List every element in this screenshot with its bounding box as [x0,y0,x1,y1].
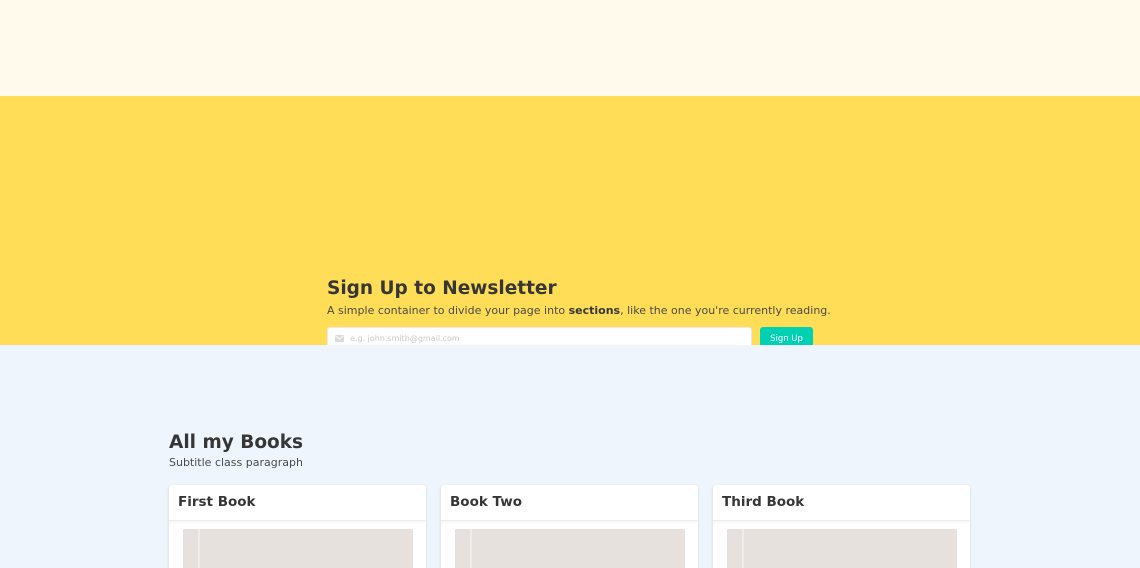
books-section: All my Books Subtitle class paragraph Fi… [0,345,1140,568]
book-cover-image [727,529,957,568]
newsletter-title: Sign Up to Newsletter [327,278,557,299]
newsletter-container: Sign Up to Newsletter A simple container… [327,278,831,350]
book-card-title: First Book [169,485,426,521]
books-heading: All my Books Subtitle class paragraph [169,432,303,469]
book-cover-image [455,529,685,568]
newsletter-subtitle-start: A simple container to divide your page i… [327,304,569,317]
newsletter-subtitle-bold: sections [568,304,621,317]
envelope-icon [335,334,344,343]
books-subtitle: Subtitle class paragraph [169,456,303,469]
newsletter-subtitle-end: , like the one you're currently reading. [620,304,831,317]
newsletter-subtitle: A simple container to divide your page i… [327,304,831,318]
newsletter-section: Sign Up to Newsletter A simple container… [0,96,1140,350]
top-band [0,0,1140,96]
book-card[interactable]: Book Two [441,485,698,568]
book-card[interactable]: First Book [169,485,426,568]
book-card-title: Third Book [713,485,970,521]
book-cover-image [183,529,413,568]
book-card[interactable]: Third Book [713,485,970,568]
book-card-list: First Book Book Two Third Book [169,485,970,568]
books-title: All my Books [169,432,304,453]
book-card-title: Book Two [441,485,698,521]
